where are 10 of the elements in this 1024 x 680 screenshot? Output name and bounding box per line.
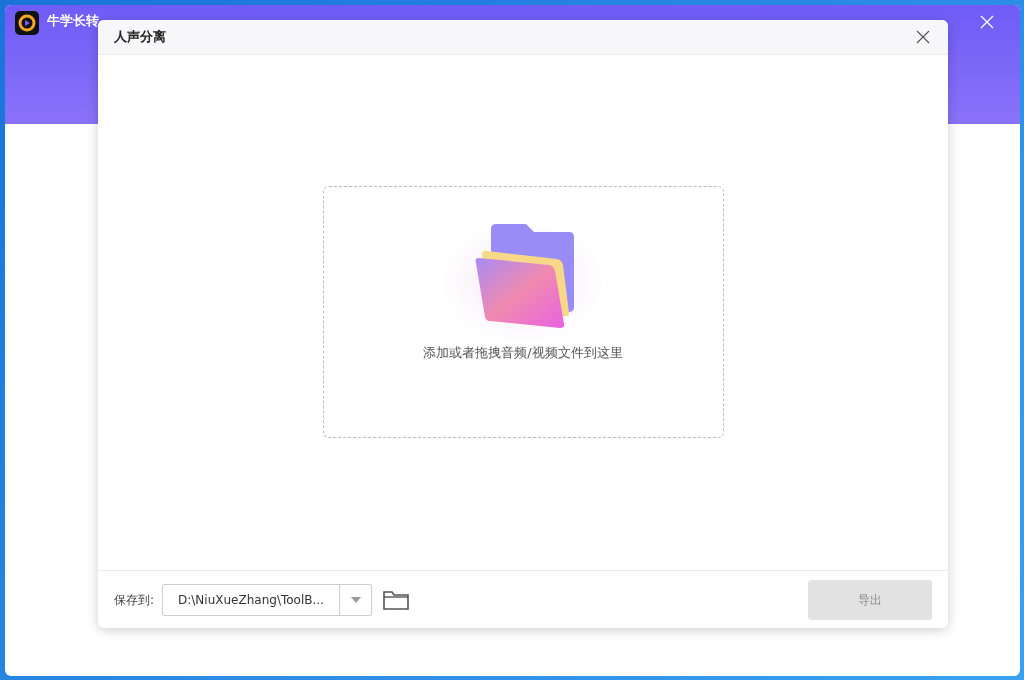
app-logo-icon (15, 11, 39, 35)
drop-hint: 添加或者拖拽音频/视频文件到这里 (423, 344, 623, 362)
save-label: 保存到: (114, 591, 155, 609)
folder-icon[interactable] (383, 589, 410, 610)
app-title: 牛学长转 (47, 12, 99, 30)
dialog-title: 人声分离 (114, 28, 166, 47)
caret-icon (350, 596, 361, 603)
save-path-dropdown[interactable]: D:\NiuXueZhang\ToolB... (162, 583, 373, 616)
close-icon[interactable] (916, 30, 930, 44)
drop-zone[interactable]: 添加或者拖拽音频/视频文件到这里 (322, 186, 724, 438)
